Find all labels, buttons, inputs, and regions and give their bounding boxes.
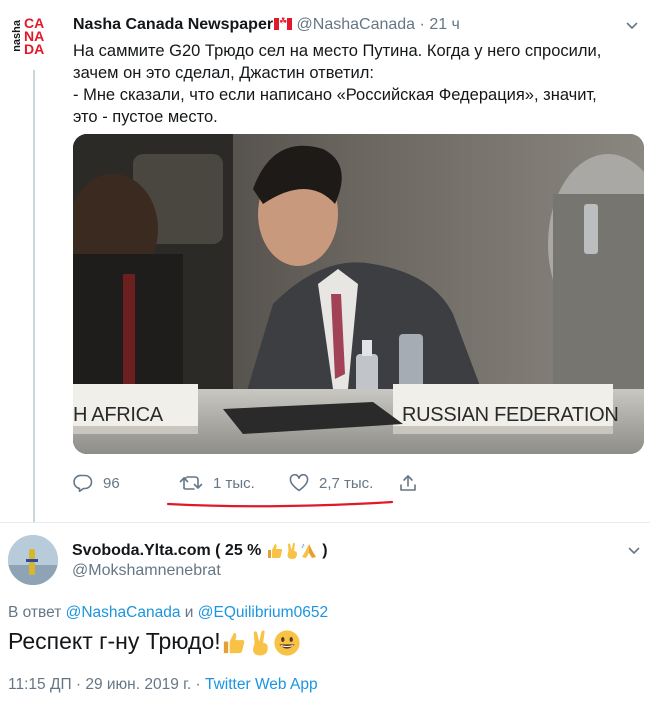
header-separator: · (419, 16, 425, 33)
author-name[interactable]: Nasha Canada Newspaper (73, 16, 273, 33)
share-icon (400, 475, 416, 491)
retweet-button[interactable]: 1 тыс. (179, 472, 255, 494)
tweet-header: Nasha Canada Newspaper @NashaCanada · 21… (73, 14, 460, 35)
thumbs-up-emoji (223, 632, 244, 654)
reply-button[interactable]: 96 (73, 472, 120, 494)
placard-russian-federation: RUSSIAN FEDERATION (402, 404, 619, 426)
like-button[interactable]: 2,7 тыс. (289, 472, 373, 494)
reply-author-avatar[interactable] (8, 535, 58, 585)
grinning-face-emoji (274, 630, 300, 656)
tweet-text-line: На саммите G20 Трюдо сел на место Путина… (73, 42, 602, 60)
reply-author-name[interactable]: Svoboda.Ylta.com ( 25 % ) (72, 541, 328, 561)
reply-text-content: Респект г-ну Трюдо! (8, 628, 221, 654)
reply-prefix: В ответ (8, 604, 62, 621)
replying-to-line: В ответ @NashaCanada и @EQuilibrium0652 (8, 603, 328, 623)
author-handle[interactable]: @NashaCanada (297, 16, 416, 33)
main-tweet: nasha CA NA DA Nasha Canada Newspaper @N… (0, 0, 650, 522)
retweet-icon (179, 476, 203, 490)
reply-text: Респект г-ну Трюдо! (8, 625, 301, 657)
thread-connector-line (33, 70, 35, 522)
client-link[interactable]: Twitter Web App (205, 676, 318, 693)
victory-hand-emoji (287, 542, 297, 559)
chevron-down-icon[interactable] (626, 20, 638, 32)
mention-link[interactable]: @EQuilibrium0652 (198, 604, 328, 621)
reply-count: 96 (103, 474, 120, 492)
avatar-photo (8, 535, 58, 585)
reply-author-name-suffix: ) (322, 542, 328, 559)
reply-tweet: Svoboda.Ylta.com ( 25 % ) @Mokshamnenebr… (0, 522, 650, 703)
reply-metadata: 11:15 ДП · 29 июн. 2019 г. · Twitter Web… (8, 675, 318, 695)
victory-hand-emoji (252, 630, 268, 656)
mention-link[interactable]: @NashaCanada (66, 604, 181, 621)
tweet-actions: 96 1 тыс. 2,7 тыс. (73, 472, 433, 494)
avatar-logo-canada: CA NA DA (24, 16, 44, 57)
share-button[interactable] (399, 472, 427, 494)
author-avatar[interactable]: nasha CA NA DA (10, 16, 58, 64)
red-annotation-underline (166, 500, 394, 508)
thumbs-up-emoji (267, 543, 282, 558)
tweet-time[interactable]: 21 ч (429, 16, 460, 33)
like-icon (289, 474, 309, 492)
reply-timestamp[interactable]: 11:15 ДП · 29 июн. 2019 г. · (8, 676, 201, 693)
retweet-count: 1 тыс. (213, 474, 255, 492)
reply-author-handle[interactable]: @Mokshamnenebrat (72, 561, 221, 581)
tweet-text: На саммите G20 Трюдо сел на место Путина… (73, 40, 643, 128)
canada-flag-icon (274, 14, 293, 30)
tweet-text-line: зачем он это сделал, Джастин ответил: (73, 64, 374, 82)
like-count: 2,7 тыс. (319, 474, 374, 492)
tweet-media-image[interactable]: H AFRICA RUSSIAN FEDERATION (73, 134, 644, 454)
folded-hands-emoji (301, 543, 316, 558)
reply-author-name-text: Svoboda.Ylta.com ( 25 % (72, 542, 262, 559)
tweet-text-line: это - пустое место. (73, 108, 218, 126)
avatar-logo-small: nasha (11, 20, 23, 52)
chevron-down-icon[interactable] (628, 545, 640, 557)
tweet-text-line: - Мне сказали, что если написано «Россий… (73, 86, 597, 104)
placard-south-africa: H AFRICA (73, 404, 163, 426)
reply-conjunction: и (184, 604, 194, 621)
reply-icon (73, 474, 93, 492)
svg-text:DA: DA (24, 41, 44, 57)
